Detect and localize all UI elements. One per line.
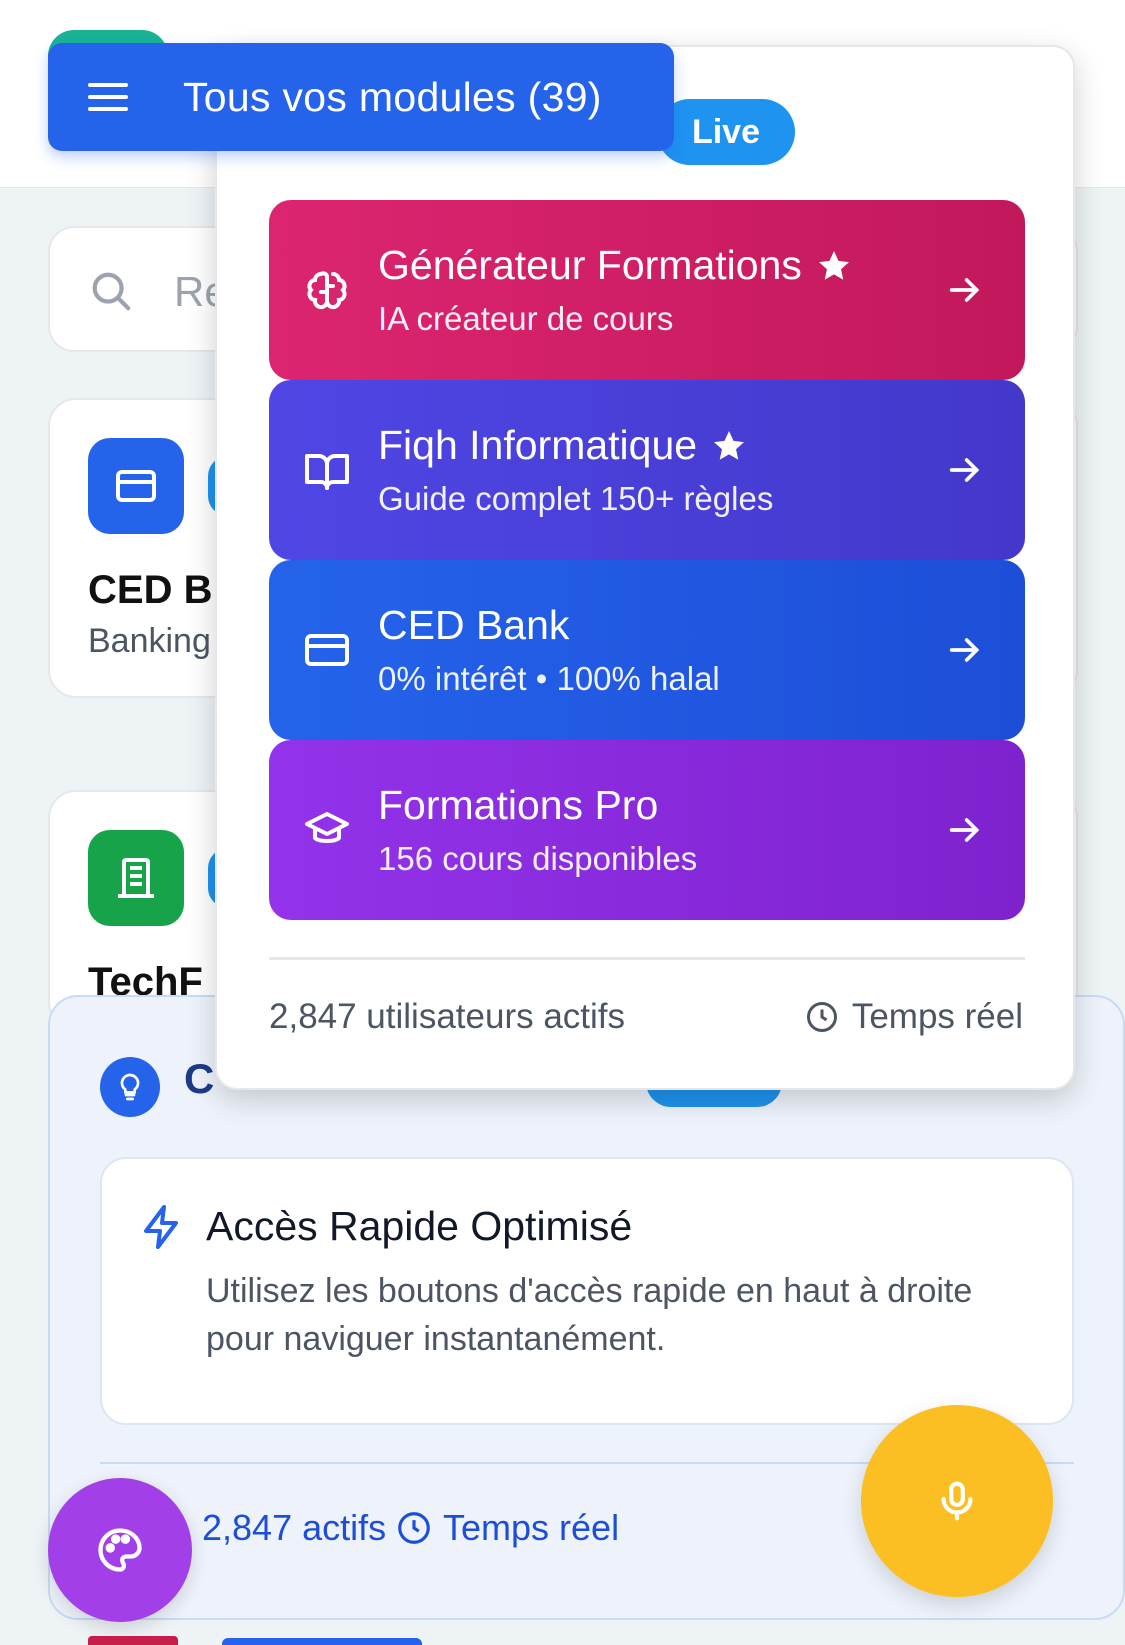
clock-icon xyxy=(398,1512,430,1544)
book-icon xyxy=(305,454,349,490)
module-item-ced-bank[interactable]: CED Bank 0% intérêt • 100% halal xyxy=(269,560,1025,740)
module-title-text: Générateur Formations xyxy=(378,242,802,288)
all-modules-label: Tous vos modules (39) xyxy=(183,73,602,120)
modules-dropdown: Live Générateur Formations IA créateur d… xyxy=(215,45,1075,1090)
module-title: Générateur Formations xyxy=(378,242,852,289)
credit-card-icon xyxy=(88,438,184,534)
card-subtitle: Banking xyxy=(88,622,211,660)
live-badge: Live xyxy=(657,99,795,165)
brain-icon xyxy=(307,271,347,310)
card-title: CED B xyxy=(88,568,213,612)
lightbulb-icon xyxy=(100,1057,160,1117)
credit-card-icon xyxy=(305,634,349,666)
module-title: CED Bank xyxy=(378,602,569,649)
realtime-label: Temps réel xyxy=(851,997,1023,1036)
graduation-cap-icon xyxy=(305,812,349,843)
card-peek xyxy=(222,1638,422,1645)
tip-body: Utilisez les boutons d'accès rapide en h… xyxy=(206,1272,973,1358)
module-item-fiqh-informatique[interactable]: Fiqh Informatique Guide complet 150+ règ… xyxy=(269,380,1025,560)
star-icon xyxy=(818,250,849,280)
module-subtitle: 0% intérêt • 100% halal xyxy=(378,660,720,697)
arrow-right-icon xyxy=(949,638,980,662)
realtime-label: Temps réel xyxy=(443,1507,620,1548)
realtime-indicator: Temps réel xyxy=(804,997,1023,1037)
card-peek xyxy=(88,1636,178,1645)
clock-icon xyxy=(806,1002,837,1032)
active-users-count: 2,847 utilisateurs actifs xyxy=(269,997,626,1036)
microphone-icon xyxy=(941,1481,973,1521)
search-icon xyxy=(92,272,131,311)
palette-icon xyxy=(98,1528,142,1572)
module-title-text: Formations Pro xyxy=(378,782,659,828)
active-users-label: 2,847 actifs xyxy=(202,1507,387,1548)
module-title-text: Fiqh Informatique xyxy=(378,422,698,468)
lightning-icon xyxy=(144,1205,178,1249)
module-title: Formations Pro xyxy=(378,782,658,829)
module-item-generateur-formations[interactable]: Générateur Formations IA créateur de cou… xyxy=(269,200,1025,380)
voice-mic-button[interactable] xyxy=(861,1405,1053,1597)
arrow-right-icon xyxy=(949,458,980,482)
star-icon xyxy=(714,430,745,460)
module-title-text: CED Bank xyxy=(378,602,570,648)
arrow-right-icon xyxy=(949,278,980,302)
realtime-indicator: Temps réel xyxy=(395,1507,619,1549)
module-subtitle: Guide complet 150+ règles xyxy=(378,480,774,517)
menu-icon xyxy=(88,83,128,111)
module-item-formations-pro[interactable]: Formations Pro 156 cours disponibles xyxy=(269,740,1025,920)
module-subtitle: 156 cours disponibles xyxy=(378,840,698,877)
divider xyxy=(269,957,1025,960)
theme-palette-button[interactable] xyxy=(48,1478,192,1622)
arrow-right-icon xyxy=(949,818,980,842)
building-icon xyxy=(88,830,184,926)
tip-card: Accès Rapide Optimisé Utilisez les bouto… xyxy=(100,1157,1074,1425)
module-subtitle: IA créateur de cours xyxy=(378,300,674,337)
all-modules-button[interactable]: Tous vos modules (39) xyxy=(48,43,674,151)
tip-heading: Accès Rapide Optimisé xyxy=(206,1203,633,1249)
module-title: Fiqh Informatique xyxy=(378,422,747,469)
